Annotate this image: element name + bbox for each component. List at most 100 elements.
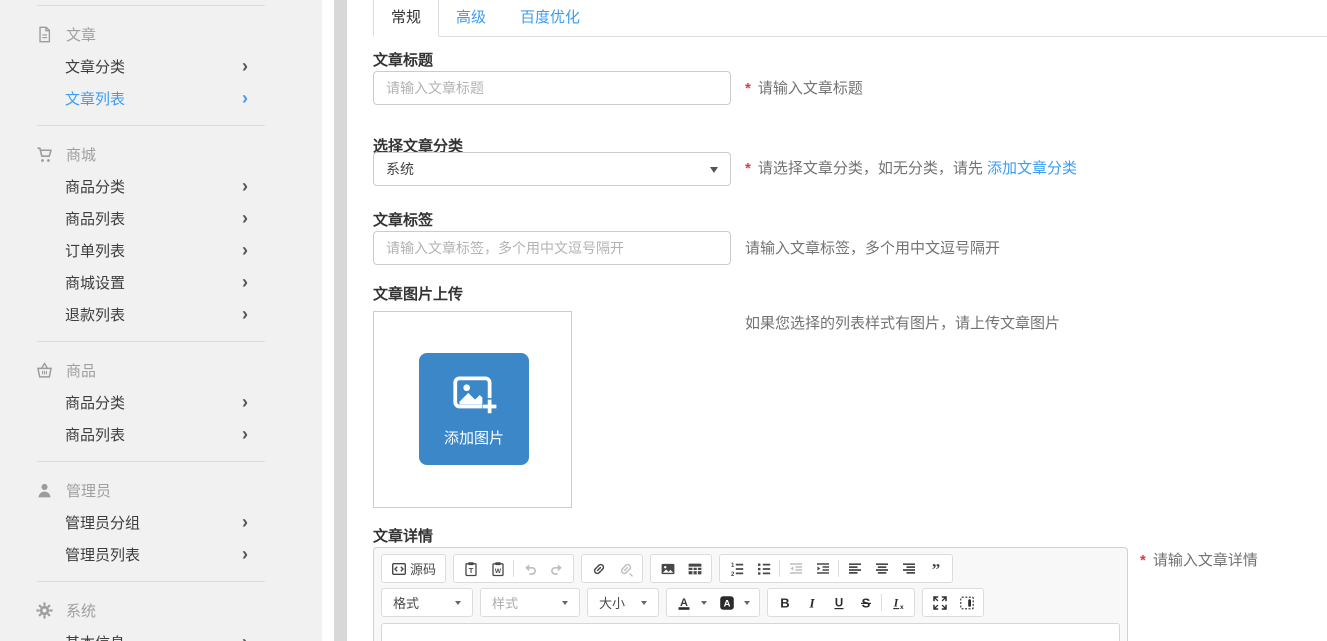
tab-高级[interactable]: 高级: [439, 0, 503, 36]
underline-button[interactable]: U: [825, 590, 852, 615]
sidebar-scrollbar-thumb[interactable]: [334, 0, 347, 641]
add-image-button[interactable]: 添加图片: [419, 353, 529, 465]
tab-常规[interactable]: 常规: [373, 0, 439, 37]
unlink-button[interactable]: [612, 556, 639, 581]
article-category-note-text: 请选择文章分类，如无分类，请先 添加文章分类: [758, 159, 1077, 179]
align-center-button[interactable]: [868, 556, 895, 581]
outdent-button[interactable]: [782, 556, 809, 581]
remove-format-button[interactable]: Ix: [884, 590, 911, 615]
toolbar-group: 源码: [381, 554, 446, 583]
sidebar-section-商城[interactable]: 商城: [0, 138, 322, 170]
svg-text:U: U: [834, 597, 842, 609]
add-article-category-link[interactable]: 添加文章分类: [987, 160, 1077, 177]
align-left-button[interactable]: [841, 556, 868, 581]
style-dropdown-label: 样式: [492, 593, 518, 612]
italic-icon: I: [804, 595, 820, 611]
bulleted-list-button[interactable]: [750, 556, 777, 581]
undo-icon: [522, 561, 538, 577]
sidebar-item-label: 商品分类: [65, 176, 125, 197]
chevron-right-icon: ›: [242, 545, 248, 563]
article-image-dropzone: 添加图片: [373, 311, 572, 508]
sidebar-item-管理员分组[interactable]: 管理员分组 ›: [0, 506, 322, 538]
article-title-input[interactable]: [373, 71, 731, 105]
gear-icon: [36, 602, 53, 619]
paste-word-icon: W: [490, 561, 506, 577]
text-color-button[interactable]: A: [670, 590, 713, 615]
sidebar-item-label: 文章分类: [65, 56, 125, 77]
article-tags-input[interactable]: [373, 231, 731, 265]
article-detail-note-text: 请输入文章详情: [1153, 551, 1258, 571]
chevron-right-icon: ›: [242, 513, 248, 531]
link-icon: [591, 561, 607, 577]
indent-button[interactable]: [809, 556, 836, 581]
tab-百度优化[interactable]: 百度优化: [503, 0, 597, 36]
article-category-select[interactable]: 系统: [373, 152, 731, 186]
svg-text:T: T: [468, 566, 473, 575]
blockquote-button[interactable]: ”: [922, 556, 949, 581]
style-dropdown[interactable]: 样式: [484, 589, 576, 616]
sidebar-section-商品[interactable]: 商品: [0, 354, 322, 386]
paste-from-word-button[interactable]: W: [484, 556, 511, 581]
link-button[interactable]: [585, 556, 612, 581]
paste-as-text-button[interactable]: T: [457, 556, 484, 581]
align-right-button[interactable]: [895, 556, 922, 581]
toolbar-group: 样式: [480, 588, 580, 617]
numbered-list-button[interactable]: 12: [723, 556, 750, 581]
article-tags-label: 文章标签: [373, 209, 433, 230]
sidebar-item-商品列表[interactable]: 商品列表›: [0, 202, 322, 234]
svg-text:2: 2: [731, 571, 735, 576]
required-asterisk: *: [745, 79, 751, 99]
chevron-right-icon: ›: [242, 241, 248, 259]
sidebar-item-文章分类[interactable]: 文章分类 ›: [0, 50, 322, 82]
editor-content-area[interactable]: [381, 623, 1120, 641]
basket-icon: [36, 362, 53, 379]
background-color-button[interactable]: A: [713, 590, 756, 615]
sidebar-item-文章列表[interactable]: 文章列表›: [0, 82, 322, 114]
sidebar-item-商品分类[interactable]: 商品分类 ›: [0, 170, 322, 202]
sidebar-section-title: 系统: [66, 600, 96, 621]
chevron-right-icon: ›: [242, 177, 248, 195]
sidebar-item-基本信息[interactable]: 基本信息›: [0, 626, 322, 641]
strikethrough-button[interactable]: S: [852, 590, 879, 615]
sidebar-nav: 文章文章分类›文章列表›商城商品分类›商品列表›订单列表›商城设置›退款列表›商…: [0, 5, 322, 641]
insert-table-button[interactable]: [681, 556, 708, 581]
article-category-selected-value: 系统: [386, 159, 414, 179]
sidebar-item-退款列表[interactable]: 退款列表›: [0, 298, 322, 330]
align-right-icon: [901, 561, 917, 577]
sidebar-item-商品列表[interactable]: 商品列表›: [0, 418, 322, 450]
caret-down-icon: [455, 601, 461, 605]
italic-button[interactable]: I: [798, 590, 825, 615]
source-button[interactable]: 源码: [385, 556, 442, 581]
font-size-dropdown[interactable]: 大小: [591, 589, 655, 616]
sidebar-section-系统[interactable]: 系统: [0, 594, 322, 626]
bold-button[interactable]: B: [771, 590, 798, 615]
redo-button[interactable]: [543, 556, 570, 581]
article-category-note: * 请选择文章分类，如无分类，请先 添加文章分类: [745, 159, 1077, 179]
table-icon: [687, 561, 703, 577]
sidebar-item-管理员列表[interactable]: 管理员列表›: [0, 538, 322, 570]
caret-down-icon: [562, 601, 568, 605]
svg-text:I: I: [892, 597, 898, 609]
section-divider: [37, 5, 265, 6]
editor-toolbar-row-2: 格式样式大小AABIUSIx: [381, 588, 1120, 617]
sidebar-item-订单列表[interactable]: 订单列表›: [0, 234, 322, 266]
article-detail-label: 文章详情: [373, 525, 433, 546]
image-icon: [660, 561, 676, 577]
text-color-icon: A: [676, 595, 692, 611]
section-divider: [37, 341, 265, 342]
format-dropdown-label: 格式: [393, 593, 419, 612]
source-icon: [391, 561, 407, 577]
format-dropdown[interactable]: 格式: [385, 589, 469, 616]
add-image-button-label: 添加图片: [444, 427, 504, 448]
sidebar-section-管理员[interactable]: 管理员: [0, 474, 322, 506]
undo-button[interactable]: [516, 556, 543, 581]
sidebar-item-商品分类[interactable]: 商品分类›: [0, 386, 322, 418]
sidebar-section-文章[interactable]: 文章: [0, 18, 322, 50]
insert-image-button[interactable]: [654, 556, 681, 581]
chevron-right-icon: ›: [242, 57, 248, 75]
sidebar-item-label: 管理员分组: [65, 512, 140, 533]
maximize-button[interactable]: [926, 590, 953, 615]
show-blocks-button[interactable]: [953, 590, 980, 615]
sidebar-item-商城设置[interactable]: 商城设置›: [0, 266, 322, 298]
article-tags-note: 请输入文章标签，多个用中文逗号隔开: [745, 239, 1000, 259]
